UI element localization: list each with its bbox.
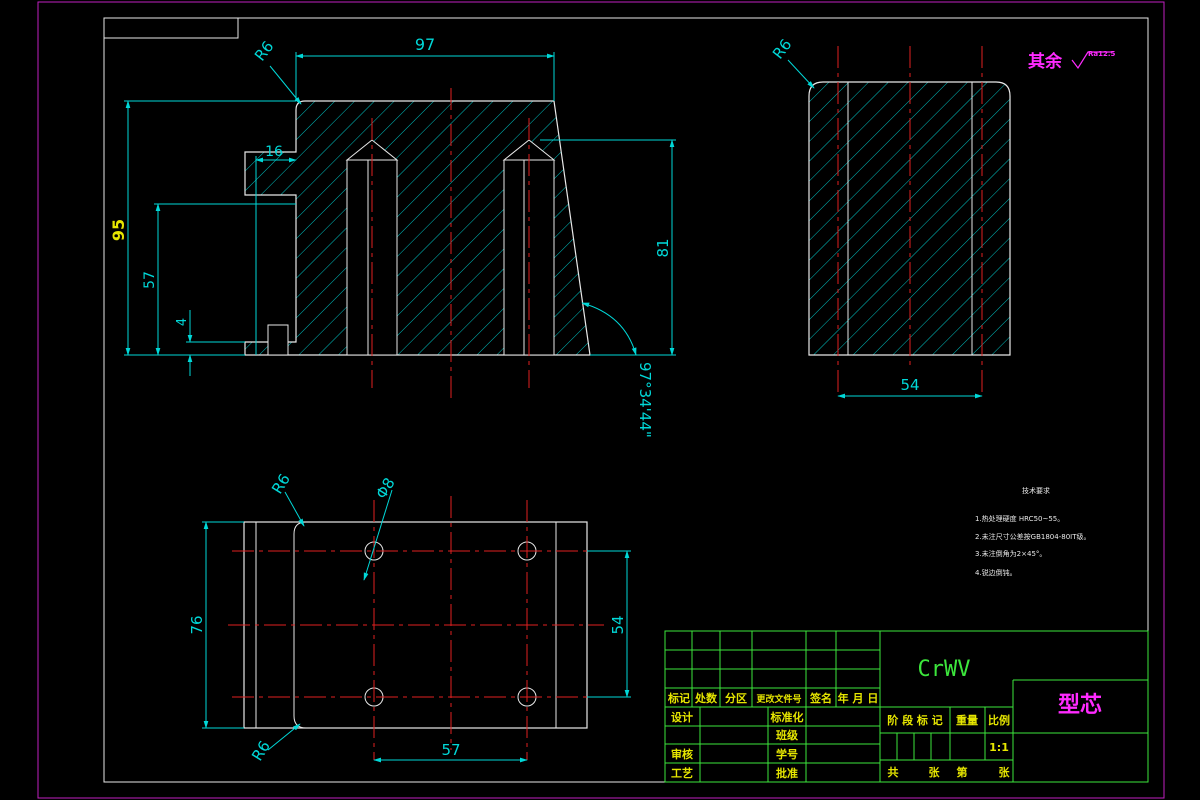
dim-57-label: 57 [142,271,158,289]
mid-label-class: 班级 [776,728,799,742]
sheet-label-no: 第 [957,765,968,779]
rev-label-2: 分区 [725,691,747,705]
tech-notes-title: 技术要求 [1022,486,1050,495]
dim-97-label: 97 [415,35,435,54]
tech-notes: 技术要求 1.热处理硬度 HRC50~55。 2.未注尺寸公差按GB1804-8… [975,486,1091,577]
dim-r6-plan-top-label: R6 [268,471,294,497]
mid-label-standard: 标准化 [770,710,804,724]
dim-81-label: 81 [654,238,672,257]
tech-note-1: 1.热处理硬度 HRC50~55。 [975,514,1064,523]
tech-note-4: 4.锐边倒钝。 [975,568,1017,577]
roughness-value: Ra12.5 [1088,50,1116,58]
dim-r6-front-label: R6 [251,38,277,65]
front-view: 97 R6 95 16 57 4 81 97°34'44" [109,35,676,438]
tech-note-3: 3.未注倒角为2×45°。 [975,549,1046,558]
plan-view: 76 54 57 R6 Φ8 R6 [188,471,631,764]
dim-phi8-label: Φ8 [372,474,399,502]
part-name-label: 型芯 [1058,693,1102,718]
mid-label-student-id: 学号 [776,747,798,761]
tech-note-2: 2.未注尺寸公差按GB1804-80IT级。 [975,532,1091,541]
dim-r6-side-leader [787,59,815,89]
left-label-process: 工艺 [671,766,693,780]
sheet-label-total: 共 [888,765,899,779]
dim-angle-arc [581,302,637,356]
dim-16-label: 16 [265,144,283,160]
dim-54-side-label: 54 [900,376,919,394]
dim-r6-plan-top-leader [284,491,305,527]
rev-label-1: 处数 [694,691,718,705]
dim-95-label: 95 [109,219,128,241]
mid-label-approve: 批准 [776,766,798,780]
sheet-label-unit-1: 张 [929,765,941,779]
front-small-notch [267,324,289,356]
dim-4-label: 4 [175,318,190,326]
dim-54-plan-label: 54 [609,615,627,634]
sheet-label-unit-2: 张 [999,765,1011,779]
dim-76-label: 76 [188,615,206,634]
dim-57-plan-label: 57 [441,741,460,759]
stage-label: 阶 段 标 记 [887,713,943,727]
code-box [103,17,239,39]
rev-label-0: 标记 [667,691,690,705]
scale-label: 比例 [988,713,1010,727]
weight-label: 重量 [956,713,978,727]
dim-phi8-leader [363,489,393,581]
title-block-text: CrWV 型芯 标记 处数 分区 更改文件号 签名 年 月 日 设计 审核 工艺… [667,657,1102,780]
dim-r6-side-label: R6 [769,36,795,63]
left-label-review: 审核 [671,747,693,761]
rev-label-3: 更改文件号 [756,693,801,705]
cad-drawing-canvas: 97 R6 95 16 57 4 81 97°34'44" 54 R6 其余 R… [37,1,1165,799]
material-label: CrWV [918,657,971,682]
side-view: 54 R6 其余 Ra12.5 [769,36,1116,399]
dim-r6-plan-bottom-label: R6 [248,738,274,764]
rev-label-4: 签名 [809,691,832,705]
dim-angle-label: 97°34'44" [636,362,654,438]
left-label-design: 设计 [671,710,693,724]
rev-label-5: 年 月 日 [838,691,879,705]
surface-note-label: 其余 [1028,51,1063,72]
scale-value: 1:1 [989,741,1009,754]
